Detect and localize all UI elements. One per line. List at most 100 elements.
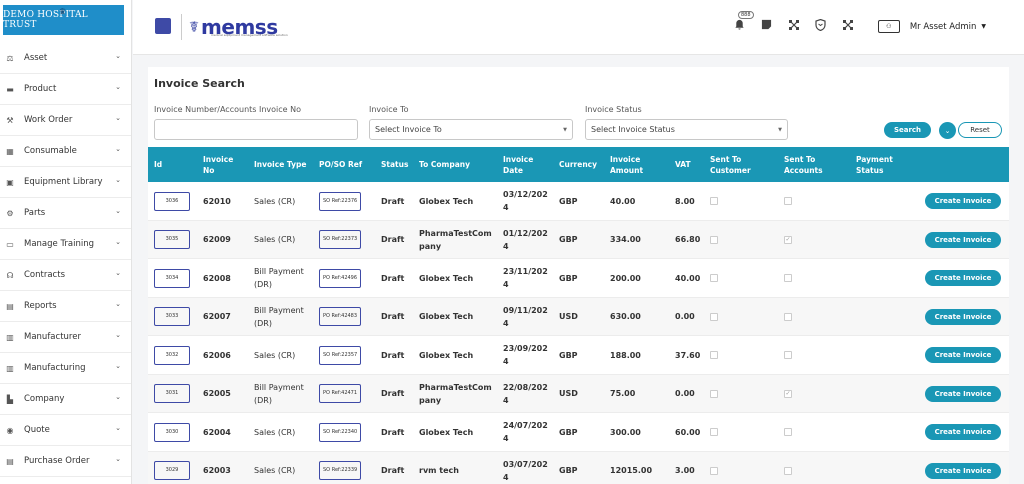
invoice-amount: 188.00 bbox=[610, 350, 641, 360]
po-so-ref-badge[interactable]: SO Ref:22373 bbox=[319, 230, 362, 249]
sidebar-item-asset[interactable]: ⚖ Asset ⌄ bbox=[0, 43, 131, 74]
th-id[interactable]: Id bbox=[154, 147, 162, 182]
grid-link-icon[interactable] bbox=[841, 18, 854, 31]
th-status[interactable]: Status bbox=[381, 147, 408, 182]
sidebar-item-label: Product bbox=[24, 84, 57, 94]
vat: 60.00 bbox=[675, 427, 701, 437]
th-sent-to-accounts[interactable]: Sent To Accounts bbox=[784, 147, 834, 182]
sidebar-item-consumable[interactable]: ▦ Consumable ⌄ bbox=[0, 136, 131, 167]
invoice-status-placeholder: Select Invoice Status bbox=[591, 125, 675, 134]
sidebar-item-company[interactable]: ▙ Company ⌄ bbox=[0, 384, 131, 415]
brand-logo[interactable]: ♛ DEMO HOSPITAL TRUST bbox=[3, 5, 124, 35]
th-invoice-date[interactable]: Invoice Date bbox=[503, 147, 543, 182]
menu-toggle-button[interactable] bbox=[155, 18, 171, 34]
table-row: 3029 62003 Sales (CR) SO Ref:22339 Draft rvm … bbox=[148, 451, 1009, 484]
status-text: Draft bbox=[381, 427, 405, 437]
po-so-ref-badge[interactable]: PO Ref:42496 bbox=[319, 268, 362, 288]
create-invoice-button[interactable]: Create Invoice bbox=[925, 385, 1001, 402]
manufacturer-icon: ▥ bbox=[6, 332, 14, 342]
network-icon[interactable] bbox=[787, 18, 800, 31]
currency: GBP bbox=[559, 273, 578, 283]
invoice-to-select[interactable]: Select Invoice To ▼ bbox=[369, 119, 573, 140]
po-so-ref-badge[interactable]: SO Ref:22357 bbox=[319, 345, 362, 365]
create-invoice-button[interactable]: Create Invoice bbox=[925, 308, 1001, 325]
create-invoice-button[interactable]: Create Invoice bbox=[925, 231, 1001, 248]
sent-to-customer-checkbox[interactable] bbox=[710, 389, 718, 398]
th-invoice-no[interactable]: Invoice No bbox=[203, 147, 243, 182]
po-so-ref-badge[interactable]: SO Ref:22340 bbox=[319, 422, 362, 442]
sidebar-item-purchase-order[interactable]: ▤ Purchase Order ⌄ bbox=[0, 446, 131, 477]
reset-button[interactable]: Reset bbox=[958, 122, 1002, 138]
sent-to-customer-checkbox[interactable] bbox=[710, 235, 718, 244]
sidebar-item-product[interactable]: ▬ Product ⌄ bbox=[0, 74, 131, 105]
id-badge[interactable]: 3032 bbox=[154, 345, 190, 365]
po-so-ref-badge[interactable]: SO Ref:22339 bbox=[319, 461, 362, 480]
invoice-no: 62009 bbox=[203, 235, 231, 244]
sidebar-item-work-order[interactable]: ⚒ Work Order ⌄ bbox=[0, 105, 131, 136]
sidebar-item-manufacturing[interactable]: ▥ Manufacturing ⌄ bbox=[0, 353, 131, 384]
id-badge[interactable]: 3030 bbox=[154, 422, 190, 442]
sidebar-item-reports[interactable]: ▤ Reports ⌄ bbox=[0, 291, 131, 322]
create-invoice-button[interactable]: Create Invoice bbox=[925, 270, 1001, 286]
invoice-type: Sales (CR) bbox=[254, 466, 296, 475]
th-invoice-type[interactable]: Invoice Type bbox=[254, 147, 306, 182]
user-menu[interactable]: ⚇ Mr Asset Admin ▼ bbox=[877, 20, 986, 33]
po-so-ref-badge[interactable]: PO Ref:42471 bbox=[319, 384, 362, 403]
id-badge[interactable]: 3035 bbox=[154, 230, 190, 249]
create-invoice-button[interactable]: Create Invoice bbox=[925, 424, 1001, 440]
id-badge[interactable]: 3034 bbox=[154, 268, 190, 288]
sent-to-customer-checkbox[interactable] bbox=[710, 351, 718, 359]
sidebar-item-manufacturer[interactable]: ▥ Manufacturer ⌄ bbox=[0, 322, 131, 353]
invoice-amount: 40.00 bbox=[610, 196, 636, 206]
sent-to-accounts-checkbox[interactable] bbox=[784, 197, 792, 205]
sticky-note-icon[interactable] bbox=[760, 18, 773, 31]
sidebar-item-quote[interactable]: ◉ Quote ⌄ bbox=[0, 415, 131, 446]
sent-to-accounts-checkbox[interactable] bbox=[784, 351, 792, 359]
id-badge[interactable]: 3036 bbox=[154, 191, 190, 211]
id-badge[interactable]: 3029 bbox=[154, 461, 190, 480]
to-company: Globex Tech bbox=[419, 427, 474, 437]
sent-to-customer-checkbox[interactable] bbox=[710, 312, 718, 321]
th-payment-status[interactable]: Payment Status bbox=[856, 147, 901, 182]
table-body: 3036 62010 Sales (CR) SO Ref:22376 Draft Glob… bbox=[148, 182, 1009, 484]
th-currency[interactable]: Currency bbox=[559, 147, 597, 182]
th-sent-to-customer[interactable]: Sent To Customer bbox=[710, 147, 765, 182]
sent-to-accounts-checkbox[interactable] bbox=[784, 312, 792, 321]
expand-filters-button[interactable]: ⌄ bbox=[939, 122, 956, 139]
sidebar-item-label: Company bbox=[24, 394, 65, 404]
po-so-ref-badge[interactable]: PO Ref:42483 bbox=[319, 307, 362, 326]
sidebar-item-equipment-library[interactable]: ▣ Equipment Library ⌄ bbox=[0, 167, 131, 198]
invoice-no-input[interactable] bbox=[154, 119, 358, 140]
sent-to-accounts-checkbox[interactable]: ✓ bbox=[784, 389, 792, 398]
sent-to-accounts-checkbox[interactable]: ✓ bbox=[784, 235, 792, 244]
id-badge[interactable]: 3031 bbox=[154, 384, 190, 403]
table-row: 3036 62010 Sales (CR) SO Ref:22376 Draft Glob… bbox=[148, 182, 1009, 221]
sidebar-item-manage-training[interactable]: ▭ Manage Training ⌄ bbox=[0, 229, 131, 260]
create-invoice-button[interactable]: Create Invoice bbox=[925, 462, 1001, 479]
sent-to-customer-checkbox[interactable] bbox=[710, 197, 718, 205]
create-invoice-button[interactable]: Create Invoice bbox=[925, 193, 1001, 209]
sent-to-accounts-checkbox[interactable] bbox=[784, 274, 792, 282]
invoice-type: Sales (CR) bbox=[254, 235, 296, 244]
sent-to-accounts-checkbox[interactable] bbox=[784, 466, 792, 475]
sent-to-customer-checkbox[interactable] bbox=[710, 274, 718, 282]
sent-to-customer-checkbox[interactable] bbox=[710, 466, 718, 475]
th-vat[interactable]: VAT bbox=[675, 147, 691, 182]
id-badge[interactable]: 3033 bbox=[154, 307, 190, 326]
sidebar-item-parts[interactable]: ⚙ Parts ⌄ bbox=[0, 198, 131, 229]
po-so-ref-badge[interactable]: SO Ref:22376 bbox=[319, 191, 362, 211]
th-invoice-amount[interactable]: Invoice Amount bbox=[610, 147, 650, 182]
app-logo[interactable]: ☤ memss bbox=[189, 12, 278, 42]
th-po-so-ref[interactable]: PO/SO Ref bbox=[319, 147, 362, 182]
invoice-status-select[interactable]: Select Invoice Status ▼ bbox=[585, 119, 788, 140]
to-company: Globex Tech bbox=[419, 196, 474, 206]
shield-icon[interactable] bbox=[814, 18, 827, 31]
create-invoice-button[interactable]: Create Invoice bbox=[925, 347, 1001, 363]
sent-to-customer-checkbox[interactable] bbox=[710, 428, 718, 436]
sent-to-accounts-checkbox[interactable] bbox=[784, 428, 792, 436]
bell-icon[interactable]: 888 bbox=[733, 11, 754, 31]
th-to-company[interactable]: To Company bbox=[419, 147, 470, 182]
sidebar-item-contracts[interactable]: ☊ Contracts ⌄ bbox=[0, 260, 131, 291]
topbar: ☤ memss medical equipment management sof… bbox=[133, 0, 1024, 55]
search-button[interactable]: Search bbox=[884, 122, 931, 138]
